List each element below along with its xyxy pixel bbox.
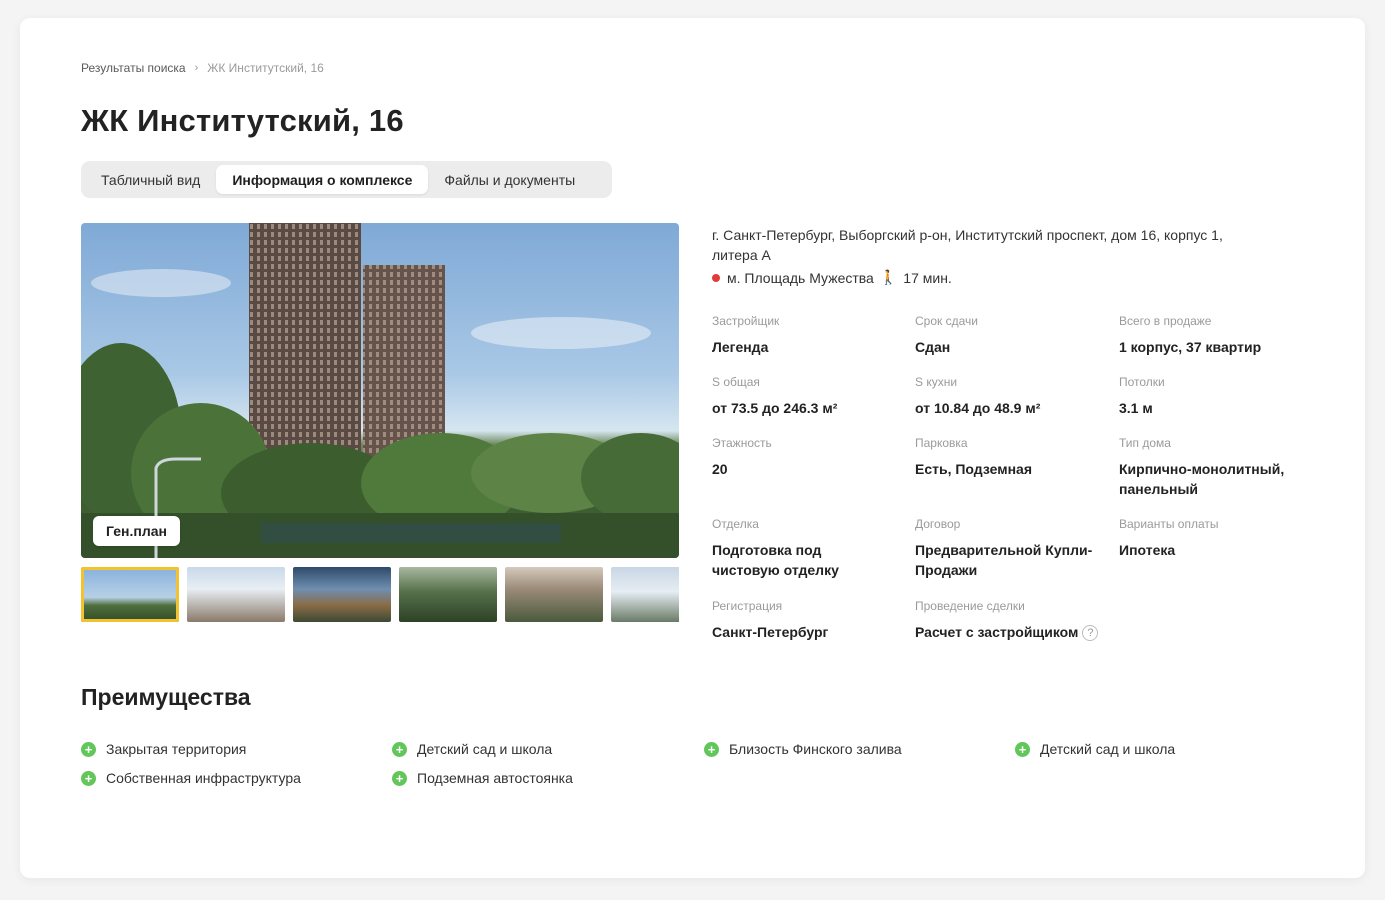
advantage-item: + Подземная автостоянка bbox=[392, 770, 573, 786]
tab-files-documents[interactable]: Файлы и документы bbox=[428, 165, 591, 194]
breadcrumb-current: ЖК Институтский, 16 bbox=[207, 61, 324, 75]
prop-label: S кухни bbox=[915, 375, 958, 389]
prop-value: 1 корпус, 37 квартир bbox=[1119, 339, 1262, 355]
plus-circle-icon: + bbox=[81, 741, 96, 757]
prop-value: Расчет с застройщиком? bbox=[915, 622, 1135, 642]
prop-value: 20 bbox=[712, 461, 728, 477]
prop-label: Варианты оплаты bbox=[1119, 517, 1219, 531]
prop-label: Тип дома bbox=[1119, 436, 1171, 450]
walking-person-icon: 🚶 bbox=[879, 269, 898, 285]
prop-label: Этажность bbox=[712, 436, 772, 450]
advantage-label: Детский сад и школа bbox=[417, 741, 553, 757]
complex-card: Результаты поиска › ЖК Институтский, 16 … bbox=[20, 18, 1365, 878]
building-illustration bbox=[81, 223, 679, 558]
tab-complex-info[interactable]: Информация о комплексе bbox=[216, 165, 429, 194]
prop-value: Ипотека bbox=[1119, 542, 1176, 558]
prop-developer: Застройщик Легенда bbox=[712, 314, 902, 357]
advantage-label: Детский сад и школа bbox=[1040, 741, 1176, 757]
prop-area-total: S общая от 73.5 до 246.3 м² bbox=[712, 375, 902, 418]
prop-ceilings: Потолки 3.1 м bbox=[1119, 375, 1309, 418]
metro-station: м. Площадь Мужества bbox=[727, 269, 874, 286]
prop-registration: Регистрация Санкт-Петербург bbox=[712, 599, 902, 642]
prop-value: Легенда bbox=[712, 339, 769, 355]
thumbnail-strip bbox=[81, 567, 679, 622]
thumbnail-5[interactable] bbox=[505, 567, 603, 622]
advantage-item: + Закрытая территория bbox=[81, 741, 246, 757]
prop-label: Всего в продаже bbox=[1119, 314, 1212, 328]
prop-value: от 10.84 до 48.9 м² bbox=[915, 400, 1041, 416]
prop-label: Парковка bbox=[915, 436, 968, 450]
breadcrumb-search-results[interactable]: Результаты поиска bbox=[81, 61, 186, 75]
prop-finishing: Отделка Подготовка под чистовую отделку bbox=[712, 517, 862, 580]
plus-circle-icon: + bbox=[1015, 741, 1030, 757]
prop-payment: Варианты оплаты Ипотека bbox=[1119, 517, 1309, 560]
advantage-item: + Близость Финского залива bbox=[704, 741, 902, 757]
thumbnail-4[interactable] bbox=[399, 567, 497, 622]
metro-time: 17 мин. bbox=[903, 269, 952, 286]
genplan-button[interactable]: Ген.план bbox=[93, 516, 180, 546]
help-icon[interactable]: ? bbox=[1082, 625, 1099, 642]
thumbnail-2[interactable] bbox=[187, 567, 285, 622]
prop-label: Застройщик bbox=[712, 314, 780, 328]
prop-on-sale: Всего в продаже 1 корпус, 37 квартир bbox=[1119, 314, 1309, 357]
page-title: ЖК Институтский, 16 bbox=[81, 103, 404, 138]
prop-value: Предварительной Купли-Продажи bbox=[915, 542, 1093, 578]
metro-info: м. Площадь Мужества 🚶 17 мин. bbox=[712, 269, 952, 286]
prop-label: Проведение сделки bbox=[915, 599, 1025, 613]
plus-circle-icon: + bbox=[392, 741, 407, 757]
prop-house-type: Тип дома Кирпично-монолитный, панельный bbox=[1119, 436, 1294, 499]
advantage-item: + Собственная инфраструктура bbox=[81, 770, 301, 786]
prop-label: Регистрация bbox=[712, 599, 783, 613]
prop-value: Санкт-Петербург bbox=[712, 624, 829, 640]
thumbnail-1[interactable] bbox=[81, 567, 179, 622]
advantage-label: Близость Финского залива bbox=[729, 741, 902, 757]
prop-floors: Этажность 20 bbox=[712, 436, 902, 479]
prop-value: Есть, Подземная bbox=[915, 461, 1032, 477]
prop-contract: Договор Предварительной Купли-Продажи bbox=[915, 517, 1100, 580]
plus-circle-icon: + bbox=[704, 741, 719, 757]
address: г. Санкт-Петербург, Выборгский р-он, Инс… bbox=[712, 227, 1223, 263]
prop-deadline: Срок сдачи Сдан bbox=[915, 314, 1105, 357]
prop-value: Кирпично-монолитный, панельный bbox=[1119, 461, 1285, 497]
breadcrumb-separator: › bbox=[194, 62, 199, 74]
prop-value: Сдан bbox=[915, 339, 951, 355]
thumbnail-3[interactable] bbox=[293, 567, 391, 622]
breadcrumb: Результаты поиска › ЖК Институтский, 16 bbox=[81, 61, 324, 75]
tab-table-view[interactable]: Табличный вид bbox=[85, 165, 216, 194]
prop-deal: Проведение сделки Расчет с застройщиком? bbox=[915, 599, 1135, 642]
prop-label: Срок сдачи bbox=[915, 314, 978, 328]
advantage-item: + Детский сад и школа bbox=[392, 741, 552, 757]
advantages-title: Преимущества bbox=[81, 684, 251, 710]
prop-label: S общая bbox=[712, 375, 760, 389]
metro-line-dot bbox=[712, 273, 720, 282]
thumbnail-6[interactable] bbox=[611, 567, 679, 622]
prop-value: Подготовка под чистовую отделку bbox=[712, 542, 839, 578]
plus-circle-icon: + bbox=[392, 770, 407, 786]
advantage-label: Подземная автостоянка bbox=[417, 770, 573, 786]
prop-area-kitchen: S кухни от 10.84 до 48.9 м² bbox=[915, 375, 1105, 418]
prop-parking: Парковка Есть, Подземная bbox=[915, 436, 1105, 479]
plus-circle-icon: + bbox=[81, 770, 96, 786]
prop-label: Договор bbox=[915, 517, 961, 531]
prop-label: Отделка bbox=[712, 517, 759, 531]
advantage-label: Закрытая территория bbox=[106, 741, 247, 757]
prop-deal-value: Расчет с застройщиком bbox=[915, 624, 1079, 640]
advantage-label: Собственная инфраструктура bbox=[106, 770, 301, 786]
advantage-item: + Детский сад и школа bbox=[1015, 741, 1175, 757]
tab-bar: Табличный вид Информация о комплексе Фай… bbox=[81, 161, 612, 198]
prop-value: от 73.5 до 246.3 м² bbox=[712, 400, 838, 416]
prop-value: 3.1 м bbox=[1119, 400, 1153, 416]
main-photo[interactable]: Ген.план bbox=[81, 223, 679, 558]
prop-label: Потолки bbox=[1119, 375, 1165, 389]
